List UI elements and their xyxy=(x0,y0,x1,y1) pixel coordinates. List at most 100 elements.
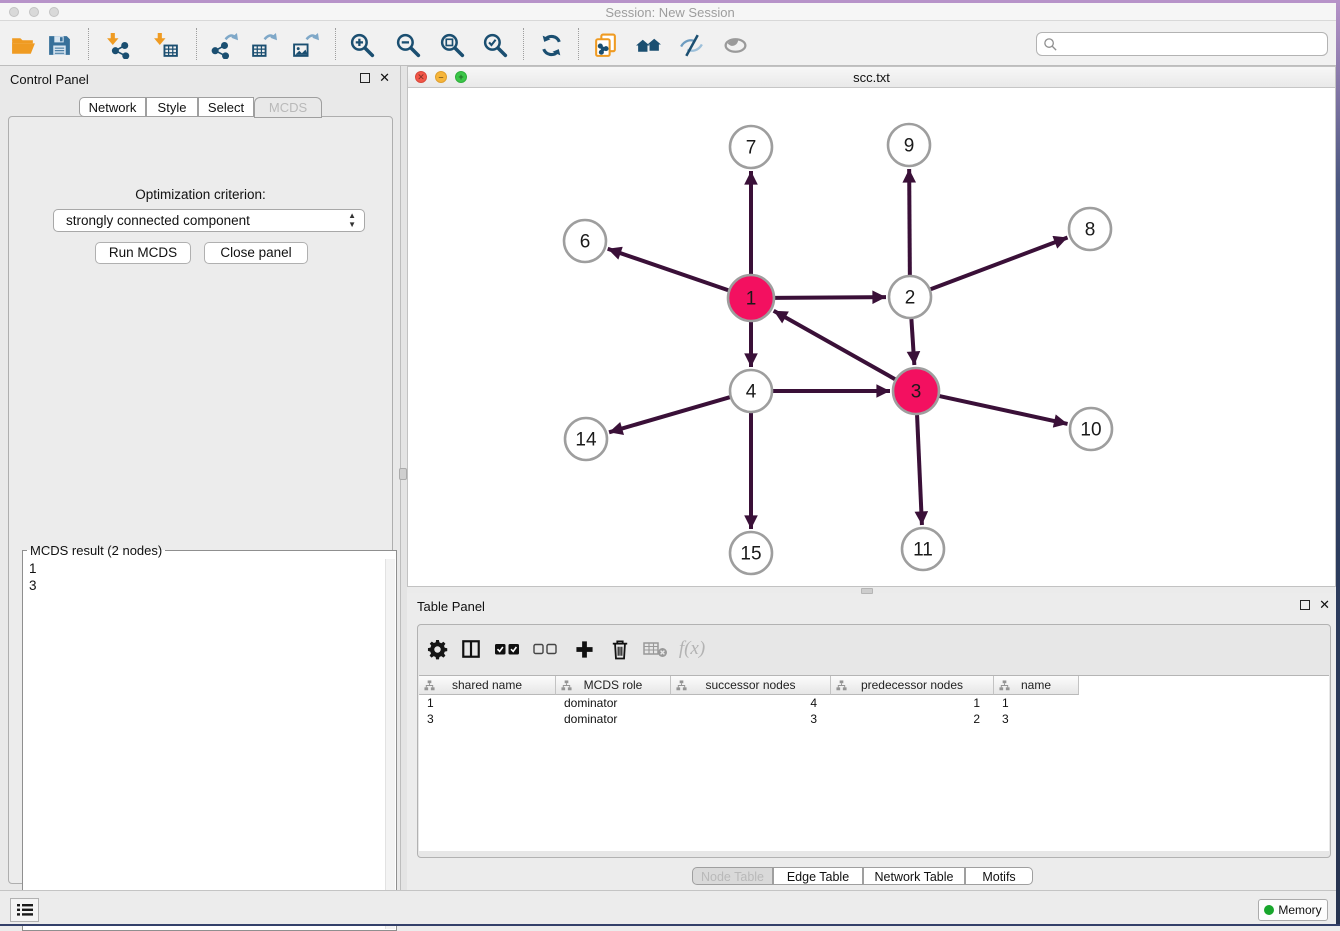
list-icon xyxy=(16,903,34,917)
column-tree-icon xyxy=(561,680,572,691)
table-cell[interactable]: 3 xyxy=(994,711,1079,727)
unselect-all-columns-icon[interactable] xyxy=(530,637,560,661)
table-cell[interactable]: 1 xyxy=(419,695,556,711)
control-tab-select[interactable]: Select xyxy=(198,97,254,117)
column-tree-icon xyxy=(676,680,687,691)
column-header-shared-name[interactable]: shared name xyxy=(419,676,556,695)
add-icon[interactable] xyxy=(569,637,599,661)
show-all-networks-icon[interactable] xyxy=(633,30,663,60)
mcds-result-list[interactable]: 13 xyxy=(23,558,386,930)
graph-edge-2-8[interactable] xyxy=(931,237,1068,289)
desktop-edge-right xyxy=(1336,0,1340,926)
column-tree-icon xyxy=(836,680,847,691)
mcds-tab-content: Optimization criterion: strongly connect… xyxy=(8,116,393,884)
settings-icon[interactable] xyxy=(422,637,452,661)
table-cell[interactable]: 3 xyxy=(671,711,831,727)
column-header-successor-nodes[interactable]: successor nodes xyxy=(671,676,831,695)
graph-edge-4-14[interactable] xyxy=(609,397,730,432)
control-panel-float-icon[interactable] xyxy=(360,73,370,83)
criterion-value: strongly connected component xyxy=(66,213,250,228)
run-mcds-button[interactable]: Run MCDS xyxy=(95,242,191,264)
export-image-icon[interactable] xyxy=(290,30,320,60)
zoom-selected-icon[interactable] xyxy=(480,30,510,60)
graph-node-label: 11 xyxy=(913,540,933,561)
export-network-icon[interactable] xyxy=(209,30,239,60)
control-panel-title: Control Panel xyxy=(10,72,89,87)
zoom-fit-icon[interactable] xyxy=(437,30,467,60)
mcds-result-scrollbar[interactable] xyxy=(385,559,395,929)
network-window-titlebar: ✕ – + scc.txt xyxy=(408,67,1335,88)
save-session-icon[interactable] xyxy=(44,30,74,60)
criterion-select[interactable]: strongly connected component ▲▼ xyxy=(53,209,365,232)
table-cell[interactable]: 1 xyxy=(994,695,1079,711)
select-all-columns-icon[interactable] xyxy=(492,637,522,661)
network-view-window: ✕ – + scc.txt 7968124314101511 xyxy=(407,66,1336,587)
network-graph-canvas[interactable]: 7968124314101511 xyxy=(408,88,1335,586)
duplicate-network-icon[interactable] xyxy=(590,30,620,60)
control-tab-mcds[interactable]: MCDS xyxy=(254,97,322,118)
export-table-icon[interactable] xyxy=(248,30,278,60)
open-file-icon[interactable] xyxy=(8,30,38,60)
mcds-result-box: MCDS result (2 nodes) 13 xyxy=(22,543,397,931)
table-tab-edge-table[interactable]: Edge Table xyxy=(773,867,863,885)
graph-edge-2-9[interactable] xyxy=(909,169,910,275)
table-cell[interactable]: dominator xyxy=(556,695,671,711)
graph-node-label: 4 xyxy=(746,382,757,403)
table-panel-close-icon[interactable]: ✕ xyxy=(1319,600,1330,610)
search-input[interactable] xyxy=(1036,32,1328,56)
main-toolbar xyxy=(0,21,1340,66)
table-row[interactable]: 1dominator411 xyxy=(419,695,1079,711)
close-panel-button[interactable]: Close panel xyxy=(204,242,308,264)
table-cell[interactable]: 4 xyxy=(671,695,831,711)
table-tab-node-table[interactable]: Node Table xyxy=(692,867,773,885)
graph-edge-3-10[interactable] xyxy=(939,396,1067,424)
toolbar-divider xyxy=(196,28,197,60)
table-panel-float-icon[interactable] xyxy=(1300,600,1310,610)
graph-node-label: 6 xyxy=(580,232,591,253)
table-tab-motifs[interactable]: Motifs xyxy=(965,867,1033,885)
control-panel-close-icon[interactable]: ✕ xyxy=(379,73,390,83)
refresh-icon[interactable] xyxy=(536,30,566,60)
column-header-name[interactable]: name xyxy=(994,676,1079,695)
import-table-icon[interactable] xyxy=(150,30,180,60)
delete-table-icon[interactable] xyxy=(640,637,670,661)
import-network-icon[interactable] xyxy=(103,30,133,60)
graph-edge-3-1[interactable] xyxy=(774,311,895,379)
table-cell[interactable]: dominator xyxy=(556,711,671,727)
table-cell[interactable]: 1 xyxy=(831,695,994,711)
mcds-result-node: 1 xyxy=(29,560,380,577)
graph-node-label: 10 xyxy=(1080,420,1101,441)
function-builder-icon: f(x) xyxy=(677,637,707,661)
horizontal-split-handle[interactable] xyxy=(861,588,873,594)
column-tree-icon xyxy=(999,680,1010,691)
graph-edge-3-11[interactable] xyxy=(917,415,922,525)
delete-icon[interactable] xyxy=(605,637,635,661)
column-header-label: name xyxy=(1021,678,1051,692)
column-header-MCDS-role[interactable]: MCDS role xyxy=(556,676,671,695)
graph-node-label: 7 xyxy=(746,138,757,159)
table-cell[interactable]: 3 xyxy=(419,711,556,727)
vertical-split-handle[interactable] xyxy=(399,468,407,480)
optimization-criterion-label: Optimization criterion: xyxy=(9,187,392,202)
control-tab-network[interactable]: Network xyxy=(79,97,146,117)
memory-button[interactable]: Memory xyxy=(1258,899,1328,921)
column-header-predecessor-nodes[interactable]: predecessor nodes xyxy=(831,676,994,695)
graph-edge-2-3[interactable] xyxy=(911,319,914,365)
graph-node-label: 15 xyxy=(740,544,761,565)
table-cell[interactable]: 2 xyxy=(831,711,994,727)
hide-panels-icon[interactable] xyxy=(676,30,706,60)
show-columns-icon[interactable] xyxy=(456,637,486,661)
column-header-label: predecessor nodes xyxy=(861,678,963,692)
control-tab-style[interactable]: Style xyxy=(146,97,198,117)
show-panels-icon[interactable] xyxy=(720,30,750,60)
zoom-out-icon[interactable] xyxy=(393,30,423,60)
zoom-in-icon[interactable] xyxy=(347,30,377,60)
graph-edge-1-2[interactable] xyxy=(775,297,886,298)
task-history-button[interactable] xyxy=(10,898,39,922)
graph-edge-1-6[interactable] xyxy=(608,249,729,290)
graph-node-label: 14 xyxy=(575,430,597,451)
table-tab-network-table[interactable]: Network Table xyxy=(863,867,965,885)
toolbar-divider xyxy=(523,28,524,60)
node-table: shared nameMCDS rolesuccessor nodes prede… xyxy=(419,675,1329,851)
table-row[interactable]: 3dominator323 xyxy=(419,711,1079,727)
